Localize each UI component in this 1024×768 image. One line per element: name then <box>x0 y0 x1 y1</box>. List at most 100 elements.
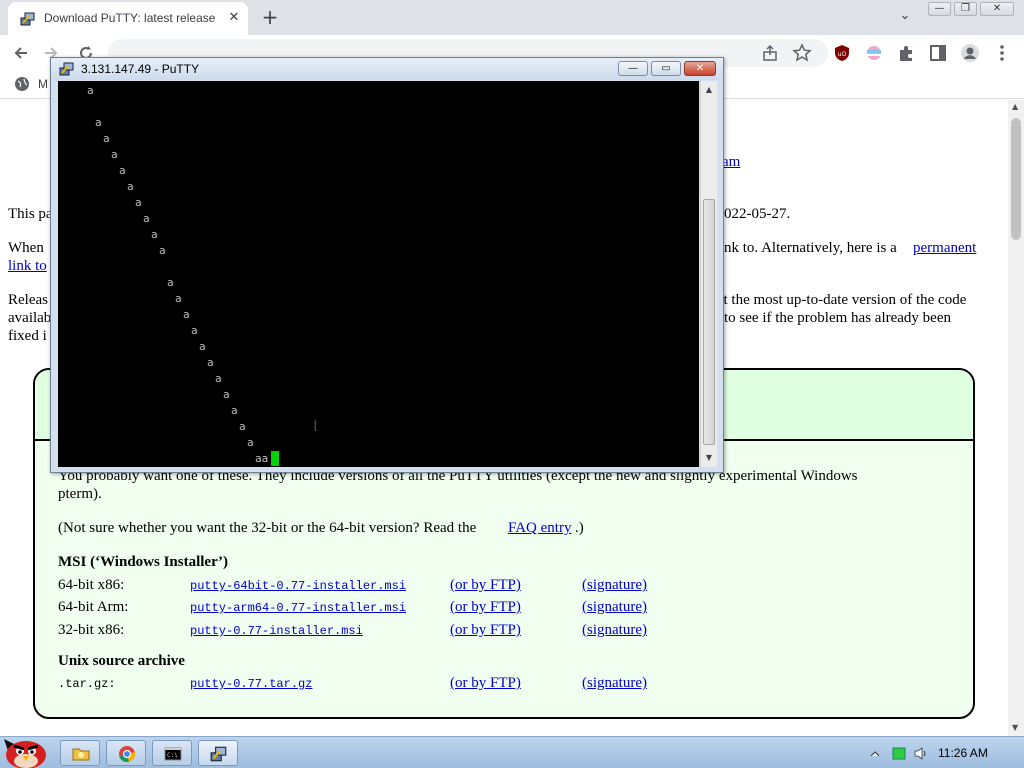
putty-close-button[interactable]: ✕ <box>684 61 716 76</box>
windows-taskbar: C:\ 11:26 AM <box>0 736 1024 768</box>
share-icon[interactable] <box>760 43 780 63</box>
ublock-extension-icon[interactable]: uO <box>832 43 852 63</box>
paragraph-fixed: fixed i <box>8 328 47 344</box>
putty-title-bar[interactable]: 3.131.147.49 - PuTTY — ▭ ✕ <box>51 58 723 80</box>
bookmark-item[interactable]: M <box>38 77 48 91</box>
terminal-line: a <box>103 132 110 145</box>
paragraph-this-page: This pa <box>8 206 53 222</box>
chrome-icon <box>119 746 136 763</box>
terminal-line: a <box>87 84 94 97</box>
faq-entry-link[interactable]: FAQ entry <box>508 519 571 537</box>
page-scrollbar-thumb[interactable] <box>1011 118 1021 240</box>
putty-app-icon <box>59 62 74 76</box>
svg-text:uO: uO <box>838 51 847 58</box>
paragraph-to-see: to see if the problem has already been <box>724 310 951 326</box>
taskbar-chrome-button[interactable] <box>106 740 146 766</box>
putty-scrollbar-thumb[interactable] <box>703 199 715 445</box>
msi-signature-link[interactable]: (signature) <box>582 598 647 616</box>
msi-file-link[interactable]: putty-arm64-0.77-installer.msi <box>190 599 406 617</box>
msi-row-label: 64-bit Arm: <box>58 599 129 615</box>
page-scrollbar[interactable]: ▲ ▼ <box>1008 100 1024 736</box>
terminal-line: a <box>191 324 198 337</box>
tab-search-icon[interactable]: ⌄ <box>896 8 914 26</box>
globe-icon <box>15 77 29 91</box>
svg-text:C:\: C:\ <box>167 752 178 759</box>
terminal-cursor <box>271 451 279 466</box>
putty-scroll-up-icon[interactable]: ▲ <box>704 85 714 95</box>
command-prompt-icon: C:\ <box>164 747 182 761</box>
terminal-line: a <box>199 340 206 353</box>
putty-minimize-button[interactable]: — <box>618 61 648 76</box>
terminal-line: a <box>151 228 158 241</box>
paragraph-alternatively: nk to. Alternatively, here is a <box>724 240 897 256</box>
msi-signature-link[interactable]: (signature) <box>582 621 647 639</box>
terminal-line: a <box>159 244 166 257</box>
paragraph-releases: Releas <box>8 292 48 308</box>
terminal-line: a <box>119 164 126 177</box>
msi-ftp-link[interactable]: (or by FTP) <box>450 598 521 616</box>
browser-tab[interactable]: Download PuTTY: latest release ( ✕ <box>8 2 248 35</box>
volume-speaker-icon[interactable] <box>914 747 928 760</box>
putty-window-title: 3.131.147.49 - PuTTY <box>81 62 200 76</box>
extensions-puzzle-icon[interactable] <box>896 43 916 63</box>
tab-close-icon[interactable]: ✕ <box>226 10 242 26</box>
permanent-link[interactable]: permanent <box>913 239 976 257</box>
msi-ftp-link[interactable]: (or by FTP) <box>450 576 521 594</box>
putty-scrollbar[interactable]: ▲ ▼ <box>700 81 717 467</box>
terminal-line: a <box>223 388 230 401</box>
chrome-menu-icon[interactable] <box>992 43 1012 63</box>
start-button-angry-bird-icon[interactable] <box>2 731 50 768</box>
msi-file-link[interactable]: putty-0.77-installer.msi <box>190 622 363 640</box>
side-panel-icon[interactable] <box>928 43 948 63</box>
window-close-button[interactable]: ✕ <box>980 2 1014 16</box>
terminal-line: a <box>247 436 254 449</box>
putty-terminal[interactable]: a a a a a a a a a a a a a a a a a a a a a aa <box>58 81 699 467</box>
unix-heading: Unix source archive <box>58 653 185 669</box>
putty-window[interactable]: 3.131.147.49 - PuTTY — ▭ ✕ aaaaaaaaaaaaa… <box>50 57 724 473</box>
page-link-fragment[interactable]: am <box>722 153 740 171</box>
scroll-up-arrow-icon[interactable]: ▲ <box>1012 103 1020 111</box>
show-hidden-icons-icon[interactable] <box>868 747 882 760</box>
unix-ftp-link[interactable]: (or by FTP) <box>450 674 521 692</box>
msi-row-label: 64-bit x86: <box>58 577 125 593</box>
extension-icon-colorful[interactable] <box>864 43 884 63</box>
back-arrow-icon[interactable] <box>11 43 31 63</box>
msi-signature-link[interactable]: (signature) <box>582 576 647 594</box>
paragraph-when: When <box>8 240 44 256</box>
terminal-line: a <box>111 148 118 161</box>
unix-file-link[interactable]: putty-0.77.tar.gz <box>190 675 312 693</box>
new-tab-button[interactable]: + <box>258 6 282 30</box>
taskbar-file-explorer-button[interactable] <box>60 740 100 766</box>
profile-avatar-icon[interactable] <box>960 43 980 63</box>
terminal-line: a <box>135 196 142 209</box>
putty-favicon-icon <box>20 12 35 26</box>
desktop: Download PuTTY: latest release ( ✕ + ⌄ —… <box>0 0 1024 768</box>
faq-suffix: .) <box>575 520 584 536</box>
link-to-fragment[interactable]: link to <box>8 257 47 275</box>
paragraph-most-up-to-date: ot the most up-to-date version of the co… <box>716 292 967 308</box>
network-status-icon[interactable] <box>892 747 906 760</box>
taskbar-cmd-button[interactable]: C:\ <box>152 740 192 766</box>
window-minimize-button[interactable]: — <box>928 2 951 16</box>
unix-row-label: .tar.gz: <box>58 677 116 691</box>
window-restore-button[interactable]: ❐ <box>954 2 977 16</box>
scroll-down-arrow-icon[interactable]: ▼ <box>1012 724 1020 732</box>
msi-row-label: 32-bit x86: <box>58 622 125 638</box>
terminal-line: a <box>215 372 222 385</box>
bookmark-star-icon[interactable] <box>792 43 812 63</box>
terminal-line: a <box>95 116 102 129</box>
taskbar-clock[interactable]: 11:26 AM <box>938 746 988 760</box>
msi-heading: MSI (‘Windows Installer’) <box>58 554 229 570</box>
terminal-line: a <box>175 292 182 305</box>
folder-icon <box>72 748 90 761</box>
terminal-line: aa <box>255 452 269 465</box>
putty-maximize-button[interactable]: ▭ <box>651 61 681 76</box>
unix-signature-link[interactable]: (signature) <box>582 674 647 692</box>
terminal-line: a <box>207 356 214 369</box>
text-cursor-ibeam-icon: I <box>313 416 318 435</box>
taskbar-putty-button[interactable] <box>198 740 238 766</box>
msi-file-link[interactable]: putty-64bit-0.77-installer.msi <box>190 577 406 595</box>
putty-scroll-down-icon[interactable]: ▼ <box>704 453 714 463</box>
terminal-line: a <box>239 420 246 433</box>
msi-ftp-link[interactable]: (or by FTP) <box>450 621 521 639</box>
